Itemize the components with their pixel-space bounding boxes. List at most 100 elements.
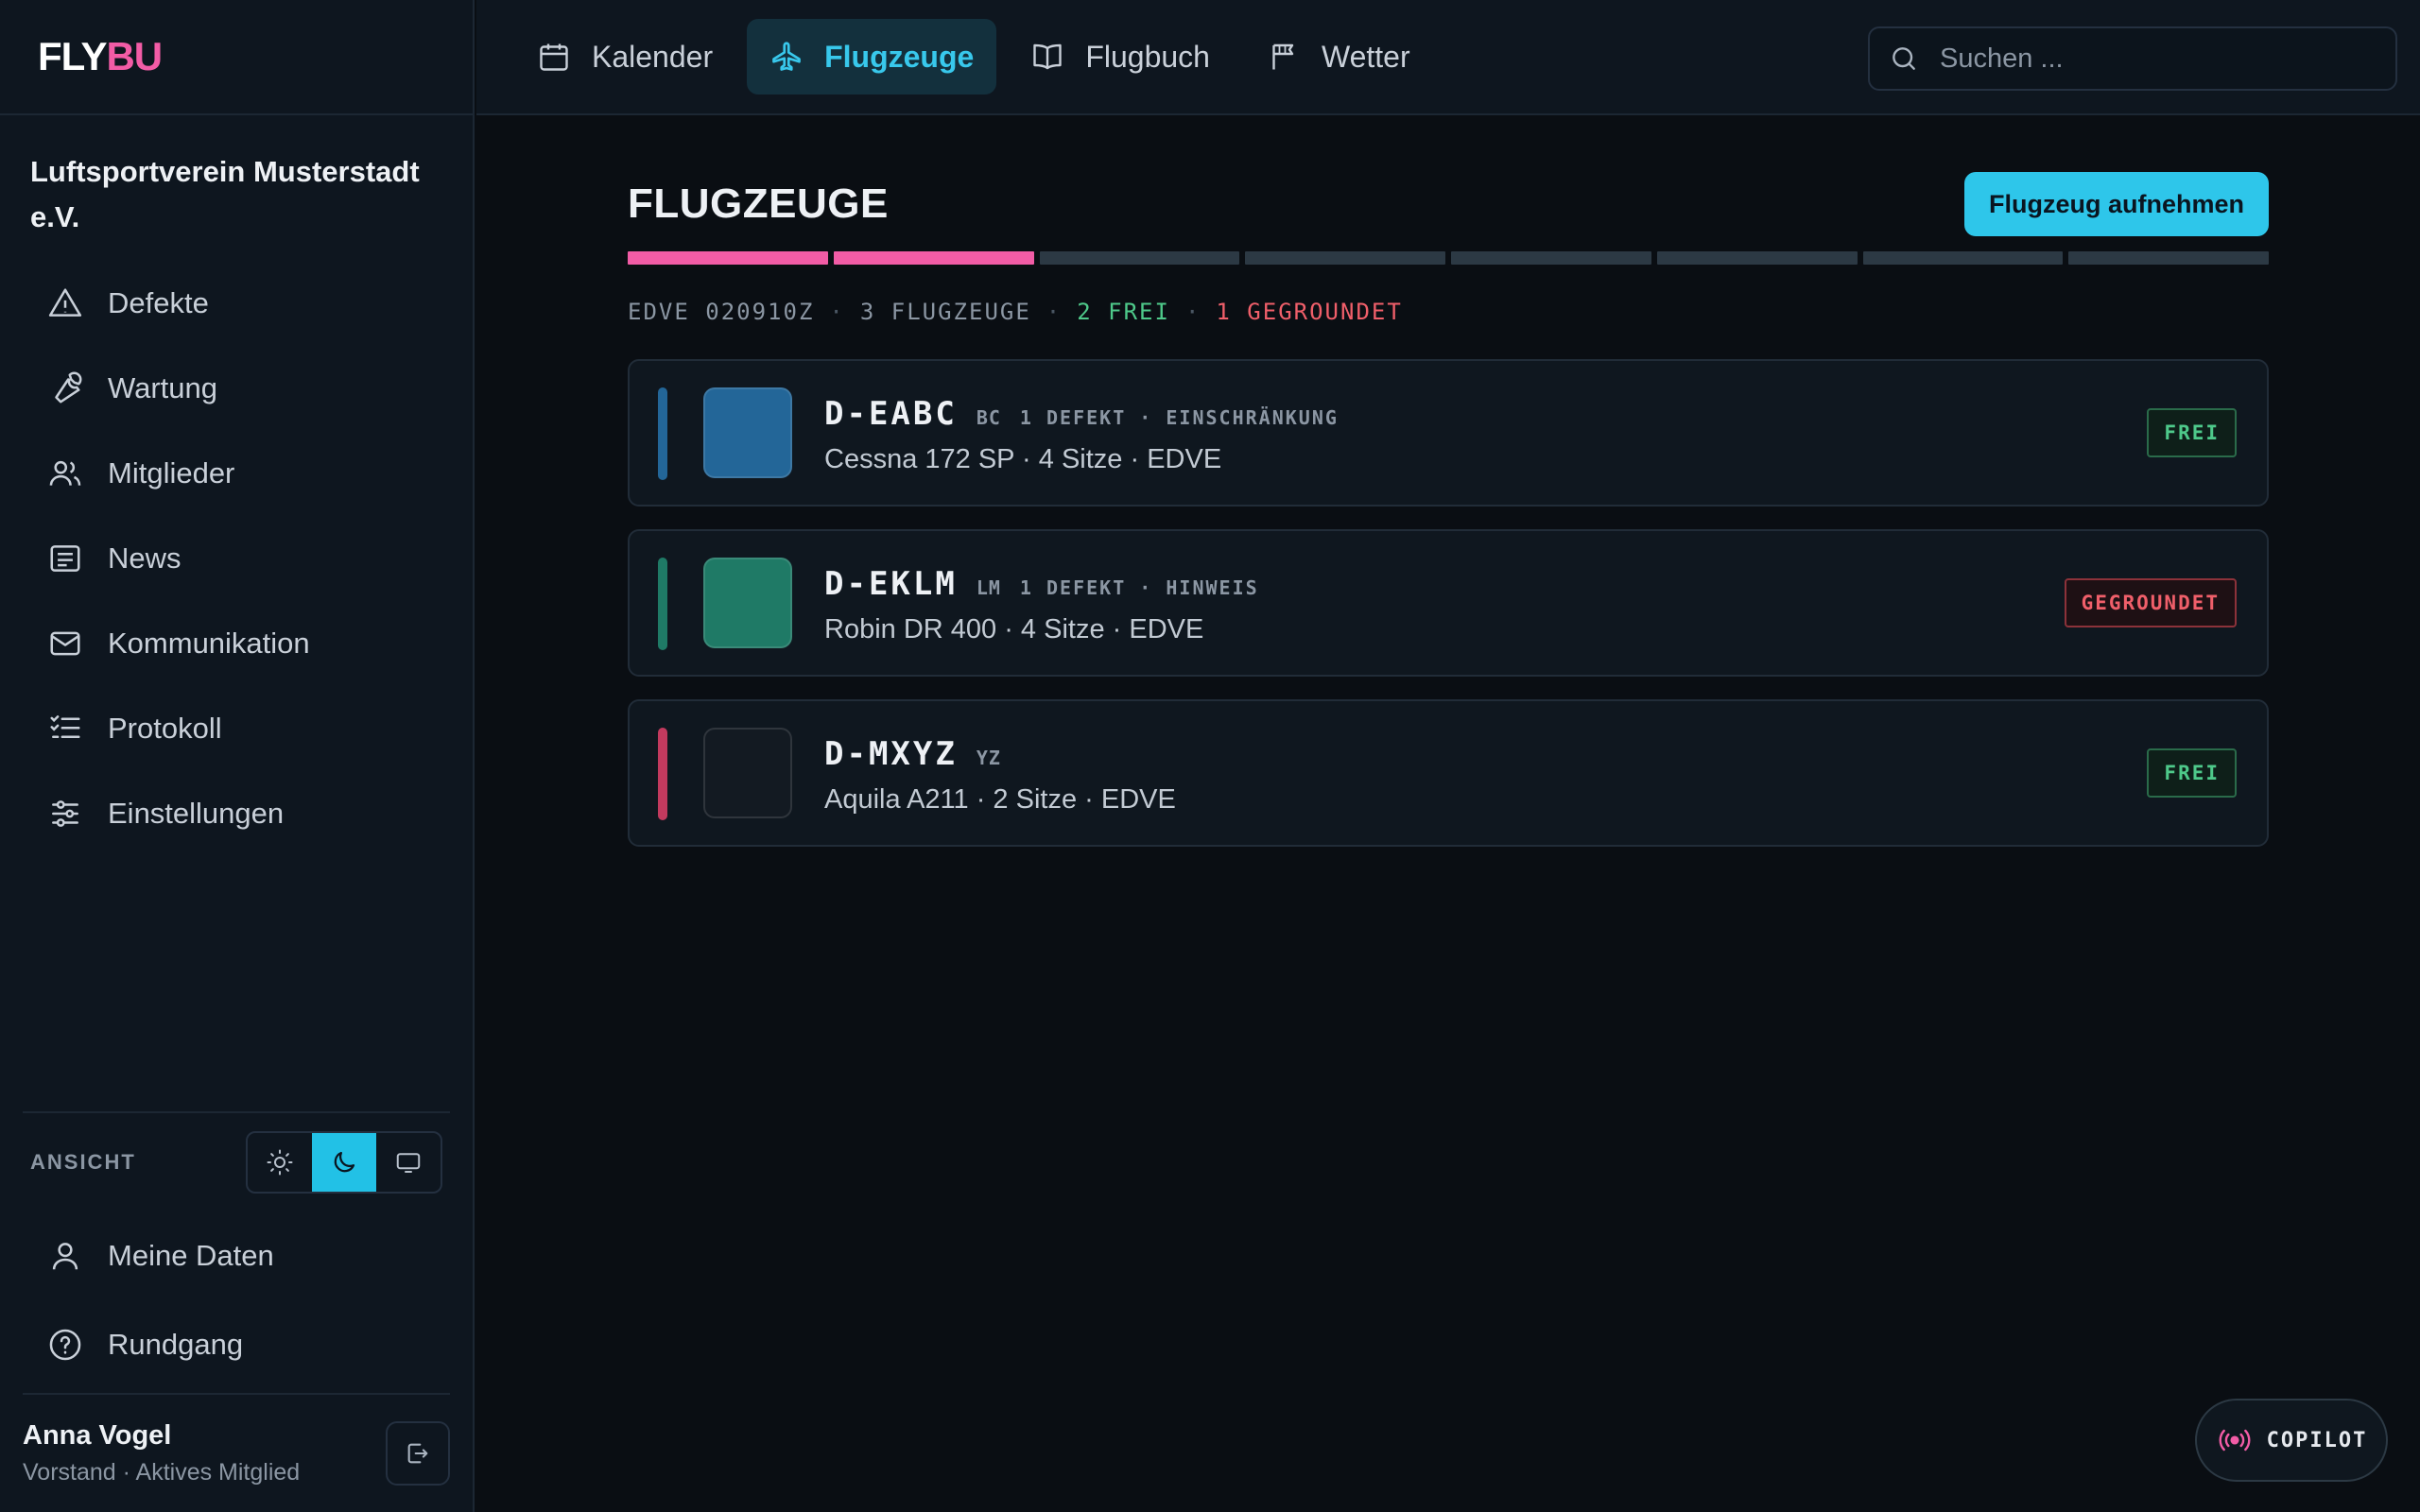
logo-area: FLYBU <box>0 0 473 115</box>
tab-label: Flugzeuge <box>824 39 975 74</box>
aircraft-code: YZ <box>976 747 1001 769</box>
user-name: Anna Vogel <box>23 1420 172 1451</box>
tour-link[interactable]: Rundgang <box>0 1300 473 1389</box>
light-mode-button[interactable] <box>248 1133 312 1192</box>
sun-icon <box>267 1149 293 1176</box>
copilot-button[interactable]: COPILOT <box>2195 1399 2388 1482</box>
top-navigation: Kalender Flugzeuge Flugbuch Wetter <box>476 0 2420 115</box>
sidebar-item-kommunikation[interactable]: Kommunikation <box>0 601 473 686</box>
progress-segment <box>628 251 828 265</box>
progress-segment <box>1039 251 1240 265</box>
sidebar-item-label: Einstellungen <box>108 797 285 830</box>
aircraft-description: Cessna 172 SP · 4 Sitze · EDVE <box>824 444 1222 474</box>
tab-flugzeuge[interactable]: Flugzeuge <box>747 19 997 94</box>
user-info: Anna Vogel Vorstand · Aktives Mitglied <box>23 1420 300 1486</box>
grounded-count: 1 GEGROUNDET <box>1216 299 1403 325</box>
aircraft-color-swatch <box>703 728 792 818</box>
sidebar-item-label: Wartung <box>108 371 218 404</box>
aircraft-color-stripe <box>658 728 667 820</box>
aircraft-count: 3 FLUGZEUGE <box>859 299 1031 325</box>
tab-flugbuch[interactable]: Flugbuch <box>1008 19 1233 94</box>
aircraft-registration: D-EKLM <box>824 565 958 603</box>
sidebar-item-news[interactable]: News <box>0 516 473 601</box>
fleet-status-line: EDVE 020910Z · 3 FLUGZEUGE · 2 FREI · 1 … <box>628 299 2269 325</box>
copilot-label: COPILOT <box>2266 1428 2368 1452</box>
sidebar-bottom: ANSICHT Meine Daten Rundgang <box>0 1111 473 1389</box>
app-logo[interactable]: FLYBU <box>38 34 163 79</box>
aircraft-color-stripe <box>658 387 667 480</box>
aircraft-card[interactable]: D-EABC BC 1 DEFEKT · EINSCHRÄNKUNG Cessn… <box>628 359 2269 507</box>
aircraft-color-swatch <box>703 558 792 648</box>
tab-label: Flugbuch <box>1085 39 1210 74</box>
sidebar-item-einstellungen[interactable]: Einstellungen <box>0 771 473 856</box>
aircraft-card[interactable]: D-MXYZ YZ Aquila A211 · 2 Sitze · EDVE F… <box>628 699 2269 847</box>
tab-label: Kalender <box>592 39 714 74</box>
tab-kalender[interactable]: Kalender <box>514 19 735 94</box>
sliders-icon <box>47 796 83 832</box>
aircraft-defect-info: 1 DEFEKT · HINWEIS <box>1019 576 1259 599</box>
add-aircraft-button[interactable]: Flugzeug aufnehmen <box>1964 172 2269 236</box>
sidebar: FLYBU Luftsportverein Musterstadt e.V. D… <box>0 0 475 1512</box>
progress-segment <box>1245 251 1445 265</box>
logout-button[interactable] <box>386 1421 450 1486</box>
logo-part-bu: BU <box>106 34 163 78</box>
sidebar-item-label: Mitglieder <box>108 456 235 490</box>
calendar-icon <box>540 43 568 71</box>
aircraft-color-swatch <box>703 387 792 478</box>
system-mode-button[interactable] <box>376 1133 441 1192</box>
page-header: FLUGZEUGE Flugzeug aufnehmen <box>628 170 2269 238</box>
progress-segment <box>2068 251 2269 265</box>
station-time: EDVE 020910Z <box>628 299 815 325</box>
user-panel: Anna Vogel Vorstand · Aktives Mitglied <box>23 1393 450 1512</box>
aircraft-info: D-EABC BC 1 DEFEKT · EINSCHRÄNKUNG Cessn… <box>824 395 1339 475</box>
sidebar-item-protokoll[interactable]: Protokoll <box>0 686 473 771</box>
help-circle-icon <box>49 1329 81 1361</box>
user-icon <box>52 1243 78 1270</box>
progress-segment <box>833 251 1034 265</box>
aircraft-code: BC <box>976 406 1001 429</box>
aircraft-info: D-MXYZ YZ Aquila A211 · 2 Sitze · EDVE <box>824 735 1176 816</box>
list-check-icon <box>47 711 83 747</box>
club-name: Luftsportverein Musterstadt e.V. <box>30 155 420 233</box>
sidebar-nav: Defekte Wartung Mitglieder News Kommunik… <box>0 261 473 856</box>
view-mode-label: ANSICHT <box>30 1150 136 1174</box>
separator-dot: · <box>1184 299 1201 325</box>
view-mode-row: ANSICHT <box>0 1113 473 1211</box>
wrench-icon <box>47 370 83 406</box>
aircraft-card[interactable]: D-EKLM LM 1 DEFEKT · HINWEIS Robin DR 40… <box>628 529 2269 677</box>
aircraft-description: Robin DR 400 · 4 Sitze · EDVE <box>824 614 1204 644</box>
search-input[interactable] <box>1940 43 2375 75</box>
moon-icon <box>334 1151 355 1173</box>
newspaper-icon <box>47 541 83 576</box>
sidebar-item-defekte[interactable]: Defekte <box>0 261 473 346</box>
dark-mode-button[interactable] <box>312 1133 376 1192</box>
logo-part-fly: FLY <box>38 34 107 78</box>
progress-segment <box>1656 251 1858 265</box>
sidebar-item-mitglieder[interactable]: Mitglieder <box>0 431 473 516</box>
aircraft-title-line: D-MXYZ YZ <box>824 735 1176 773</box>
progress-segment <box>1862 251 2064 265</box>
progress-segment <box>1451 251 1651 265</box>
sidebar-item-wartung[interactable]: Wartung <box>0 346 473 431</box>
mail-icon <box>47 626 83 662</box>
aircraft-registration: D-EABC <box>824 395 958 433</box>
sidebar-item-label: Protokoll <box>108 712 222 745</box>
separator-dot: · <box>829 299 845 325</box>
monitor-icon <box>396 1153 421 1173</box>
aircraft-title-line: D-EKLM LM 1 DEFEKT · HINWEIS <box>824 565 1259 603</box>
page-title: FLUGZEUGE <box>628 180 889 227</box>
book-icon <box>1033 43 1063 70</box>
tab-wetter[interactable]: Wetter <box>1244 19 1433 94</box>
tab-label: Wetter <box>1321 39 1410 74</box>
sidebar-item-label: Kommunikation <box>108 627 310 660</box>
aircraft-registration: D-MXYZ <box>824 735 958 773</box>
users-icon <box>47 455 83 491</box>
plane-icon <box>772 42 801 71</box>
search-box <box>1868 26 2397 91</box>
status-badge: FREI <box>2147 408 2237 457</box>
my-data-link[interactable]: Meine Daten <box>0 1211 473 1300</box>
aircraft-color-stripe <box>658 558 667 650</box>
sidebar-item-label: News <box>108 541 182 575</box>
flag-icon <box>1272 43 1294 70</box>
sidebar-item-label: Defekte <box>108 286 209 319</box>
